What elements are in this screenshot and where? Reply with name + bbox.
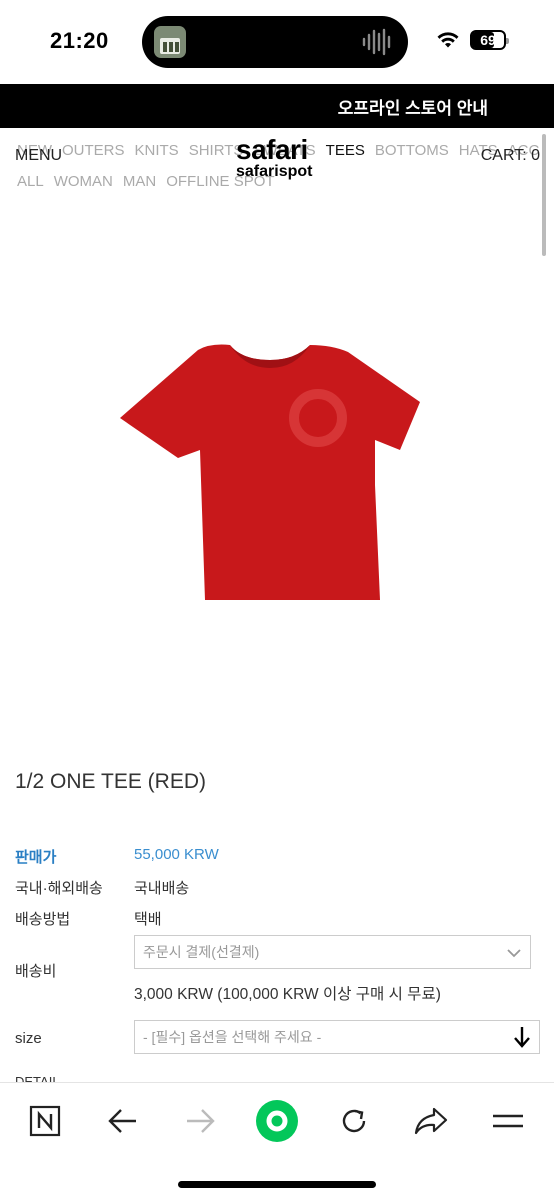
home-indicator[interactable] (178, 1181, 376, 1188)
detail-label: DETAIL (15, 1074, 60, 1082)
chevron-down-icon (507, 949, 521, 958)
site-header: NEW OUTERS KNITS SHIRTS SWEATS TEES BOTTOMS HAT… (0, 128, 554, 198)
nav-item-knits[interactable]: KNITS (135, 142, 179, 159)
shipping-fee-select-value: 주문시 결제(선결제) (143, 944, 260, 960)
page-scrollbar[interactable] (542, 134, 546, 256)
cart-button[interactable]: CART: 0 (481, 147, 540, 165)
forward-arrow-icon[interactable] (177, 1098, 223, 1144)
naver-green-dot-icon[interactable] (254, 1098, 300, 1144)
reload-icon[interactable] (331, 1098, 377, 1144)
nav-item-bottoms[interactable]: BOTTOMS (375, 142, 449, 159)
shipping-method-label: 배송방법 (15, 911, 71, 928)
naver-home-icon[interactable] (22, 1098, 68, 1144)
nav-item-woman[interactable]: WOMAN (54, 173, 113, 190)
shipping-fee-note: 3,000 KRW (100,000 KRW 이상 구매 시 무료) (134, 986, 441, 1003)
logo-sub-text: safarispot (236, 163, 313, 180)
menu-icon[interactable] (485, 1098, 531, 1144)
wifi-icon (437, 32, 459, 48)
share-icon[interactable] (408, 1098, 454, 1144)
back-arrow-icon[interactable] (100, 1098, 146, 1144)
logo-main-text: safari (236, 134, 308, 165)
menu-button[interactable]: MENU (15, 147, 62, 165)
battery-percent: 69 (480, 32, 496, 48)
red-t-shirt-image[interactable] (100, 300, 440, 630)
status-indicators: 69 (436, 30, 509, 50)
nav-item-outers[interactable]: OUTERS (62, 142, 125, 159)
nav-item-tees[interactable]: TEES (326, 142, 365, 159)
price-value: 55,000 KRW (134, 846, 219, 863)
battery-icon: 69 (470, 30, 509, 50)
size-select-placeholder: - [필수] 옵션을 선택해 주세요 - (143, 1029, 322, 1045)
t-shirt-body (120, 344, 420, 600)
product-title: 1/2 ONE TEE (RED) (15, 770, 206, 793)
shipping-method-value: 택배 (134, 911, 162, 928)
notice-bar[interactable]: 오프라인 스토어 안내 (0, 84, 554, 128)
status-time: 21:20 (50, 28, 109, 53)
shipping-region-label: 국내·해외배송 (15, 880, 103, 897)
site-logo[interactable]: safari safarispot (236, 136, 326, 180)
status-bar: 21:20 69 (0, 0, 554, 84)
arrow-down-icon (514, 1027, 530, 1048)
dynamic-island[interactable] (142, 16, 408, 68)
nav-item-man[interactable]: MAN (123, 173, 156, 190)
app-thumbnail-icon (154, 26, 186, 58)
notice-text[interactable]: 오프라인 스토어 안내 (338, 94, 488, 119)
size-select[interactable]: - [필수] 옵션을 선택해 주세요 - (134, 1020, 540, 1054)
size-label: size (15, 1030, 42, 1047)
shipping-region-value: 국내배송 (134, 880, 190, 897)
audio-waveform-icon (362, 28, 391, 56)
price-label: 판매가 (15, 849, 57, 866)
nav-item-all[interactable]: ALL (17, 173, 44, 190)
shipping-fee-select[interactable]: 주문시 결제(선결제) (134, 935, 531, 969)
shipping-fee-label: 배송비 (15, 963, 57, 980)
